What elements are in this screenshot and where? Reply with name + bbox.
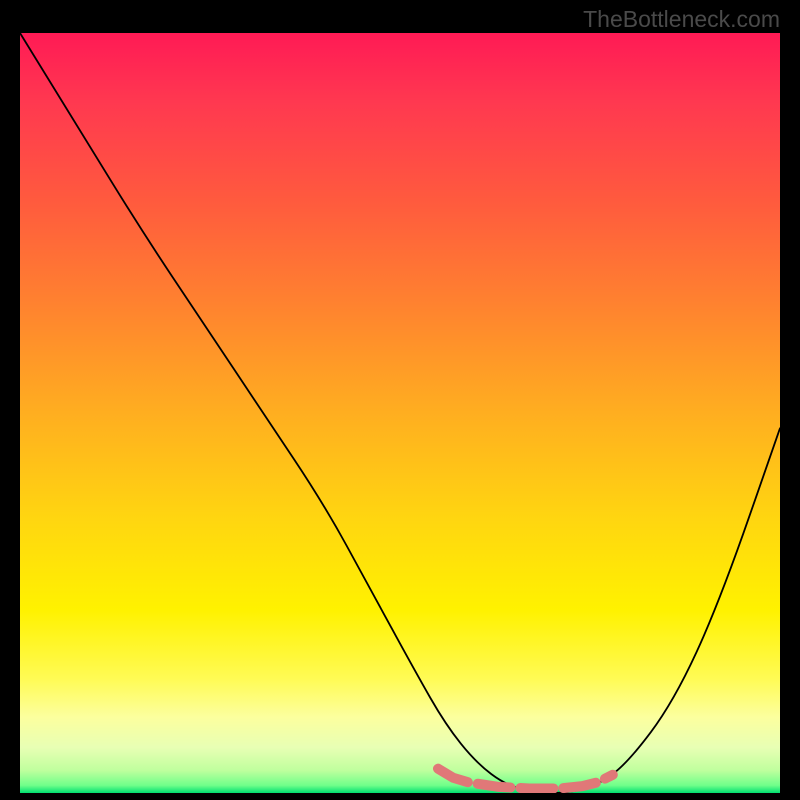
watermark-text: TheBottleneck.com — [583, 6, 780, 33]
plot-area — [20, 33, 780, 793]
chart-segments — [438, 769, 613, 789]
chart-frame: TheBottleneck.com — [0, 0, 800, 800]
chart-curve — [20, 33, 780, 793]
chart-overlay — [20, 33, 780, 793]
